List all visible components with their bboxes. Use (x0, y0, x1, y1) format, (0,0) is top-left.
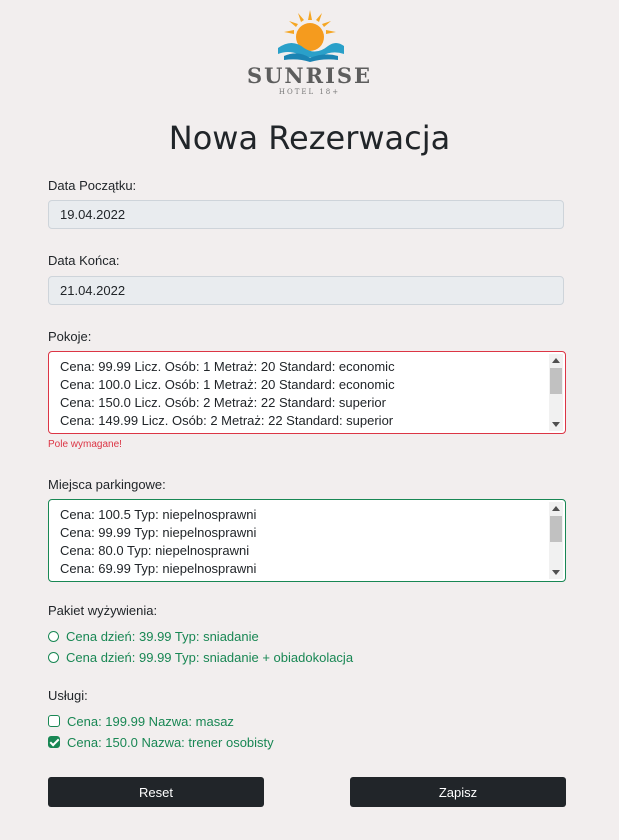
service-option-text: Cena: 199.99 Nazwa: masaz (67, 713, 234, 729)
parking-scrollbar[interactable] (549, 502, 563, 579)
parking-option[interactable]: Cena: 100.5 Typ: niepelnosprawni (60, 506, 565, 524)
logo-name: SUNRISE (246, 63, 373, 88)
meal-option-text: Cena dzień: 99.99 Typ: sniadanie + obiad… (66, 649, 354, 665)
logo-subtitle: HOTEL 18+ (278, 88, 341, 96)
meal-option-text: Cena dzień: 39.99 Typ: sniadanie (66, 628, 259, 644)
start-date-field[interactable]: 19.04.2022 (48, 200, 564, 229)
parking-select[interactable]: Cena: 100.5 Typ: niepelnosprawni Cena: 9… (48, 499, 566, 582)
scroll-thumb[interactable] (550, 516, 562, 542)
parking-option[interactable]: Cena: 80.0 Typ: niepelnosprawni (60, 542, 565, 560)
rooms-select[interactable]: Cena: 99.99 Licz. Osób: 1 Metraż: 20 Sta… (48, 351, 566, 434)
parking-label: Miejsca parkingowe: (48, 477, 166, 492)
rooms-error: Pole wymagane! (48, 439, 122, 450)
radio-button[interactable] (48, 651, 59, 663)
radio-button[interactable] (48, 630, 59, 642)
reset-button[interactable]: Reset (48, 777, 264, 807)
rooms-scrollbar[interactable] (549, 354, 563, 431)
scroll-up-icon[interactable] (552, 358, 560, 363)
service-option-massage[interactable]: Cena: 199.99 Nazwa: masaz (48, 712, 234, 730)
end-date-field[interactable]: 21.04.2022 (48, 276, 564, 305)
room-option[interactable]: Cena: 99.99 Licz. Osób: 1 Metraż: 20 Sta… (60, 358, 565, 376)
meal-option-full[interactable]: Cena dzień: 99.99 Typ: sniadanie + obiad… (48, 648, 353, 666)
checkbox-checked[interactable] (48, 736, 60, 748)
room-option[interactable]: Cena: 149.99 Licz. Osób: 2 Metraż: 22 St… (60, 412, 565, 430)
page-title: Nowa Rezerwacja (168, 119, 451, 157)
scroll-thumb[interactable] (550, 368, 562, 394)
room-option[interactable]: Cena: 150.0 Licz. Osób: 2 Metraż: 22 Sta… (60, 394, 565, 412)
parking-option[interactable]: Cena: 69.99 Typ: niepelnosprawni (60, 560, 565, 578)
rooms-label: Pokoje: (48, 329, 92, 344)
save-button[interactable]: Zapisz (350, 777, 566, 807)
room-option[interactable]: Cena: 100.0 Licz. Osób: 1 Metraż: 20 Sta… (60, 376, 565, 394)
scroll-down-icon[interactable] (552, 570, 560, 575)
service-option-trainer[interactable]: Cena: 150.0 Nazwa: trener osobisty (48, 733, 274, 751)
meal-option-breakfast[interactable]: Cena dzień: 39.99 Typ: sniadanie (48, 627, 259, 645)
checkbox[interactable] (48, 715, 60, 727)
sun-waves-icon (277, 10, 344, 62)
parking-option[interactable]: Cena: 99.99 Typ: niepelnosprawni (60, 524, 565, 542)
end-date-label: Data Końca: (48, 253, 120, 268)
meal-plan-label: Pakiet wyżywienia: (48, 603, 158, 618)
scroll-up-icon[interactable] (552, 506, 560, 511)
start-date-label: Data Początku: (48, 178, 137, 193)
service-option-text: Cena: 150.0 Nazwa: trener osobisty (67, 734, 274, 750)
scroll-down-icon[interactable] (552, 422, 560, 427)
hotel-logo: SUNRISE HOTEL 18+ (0, 10, 619, 97)
services-label: Usługi: (48, 688, 88, 703)
